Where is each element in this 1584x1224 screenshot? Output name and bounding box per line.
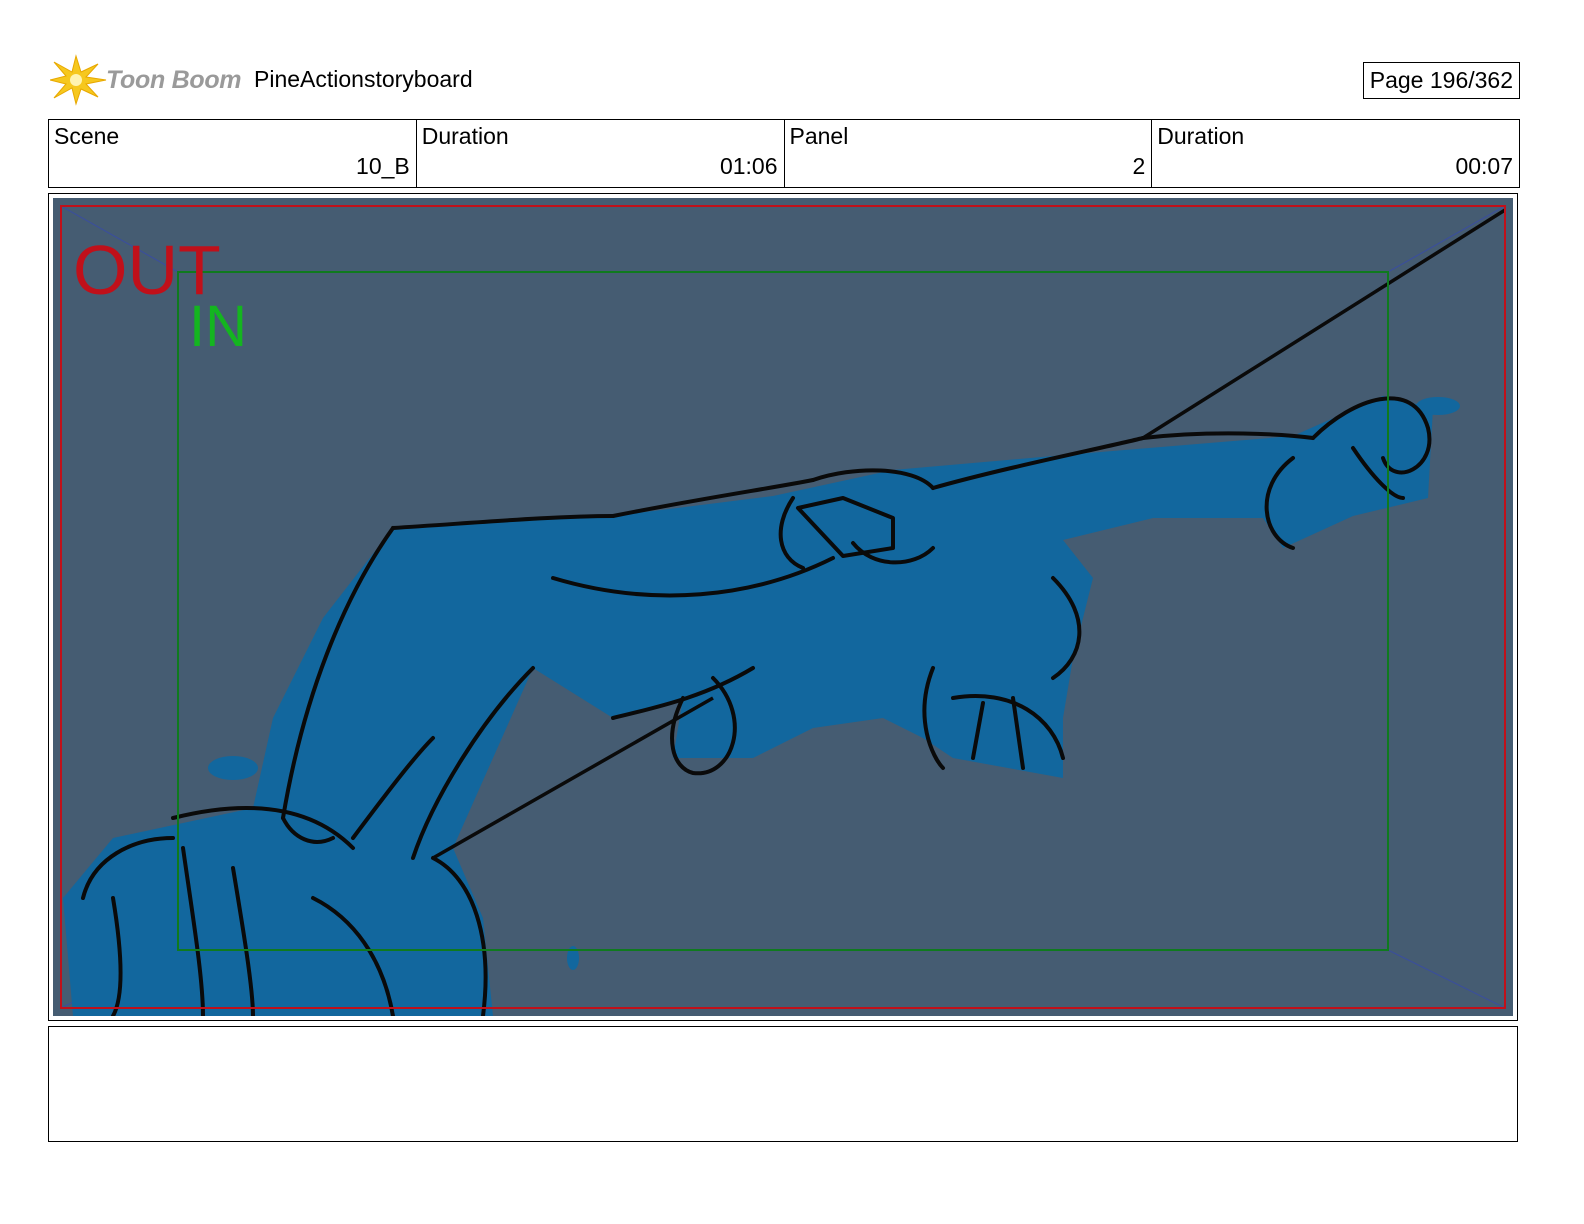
scene-info-table: Scene 10_B Duration 01:06 Panel 2 Durati… — [48, 119, 1520, 188]
scene-duration-value: 01:06 — [719, 153, 778, 179]
starburst-icon — [50, 54, 107, 106]
page-number: Page 196/362 — [1362, 62, 1520, 99]
page-header: Toon Boom PineActionstoryboard Page 196/… — [48, 52, 1520, 108]
in-label: IN — [189, 294, 247, 359]
panel-duration-cell: Duration 00:07 — [1152, 120, 1519, 187]
panel-duration-label: Duration — [1157, 123, 1245, 149]
panel-drawing: OUT IN — [53, 198, 1513, 1016]
scene-duration-label: Duration — [421, 123, 509, 149]
panel-value: 2 — [1132, 153, 1146, 179]
storyboard-panel: OUT IN — [48, 193, 1518, 1021]
scene-duration-cell: Duration 01:06 — [417, 120, 785, 187]
scene-value: 10_B — [356, 153, 410, 179]
toon-boom-logo: Toon Boom — [50, 54, 242, 106]
project-title: PineActionstoryboard — [254, 66, 473, 92]
panel-cell: Panel 2 — [785, 120, 1153, 187]
panel-duration-value: 00:07 — [1455, 153, 1513, 179]
panel-label: Panel — [789, 123, 849, 149]
panel-caption — [48, 1026, 1518, 1142]
scene-label: Scene — [54, 123, 120, 149]
scene-cell: Scene 10_B — [49, 120, 417, 187]
logo-wordmark: Toon Boom — [106, 66, 242, 94]
